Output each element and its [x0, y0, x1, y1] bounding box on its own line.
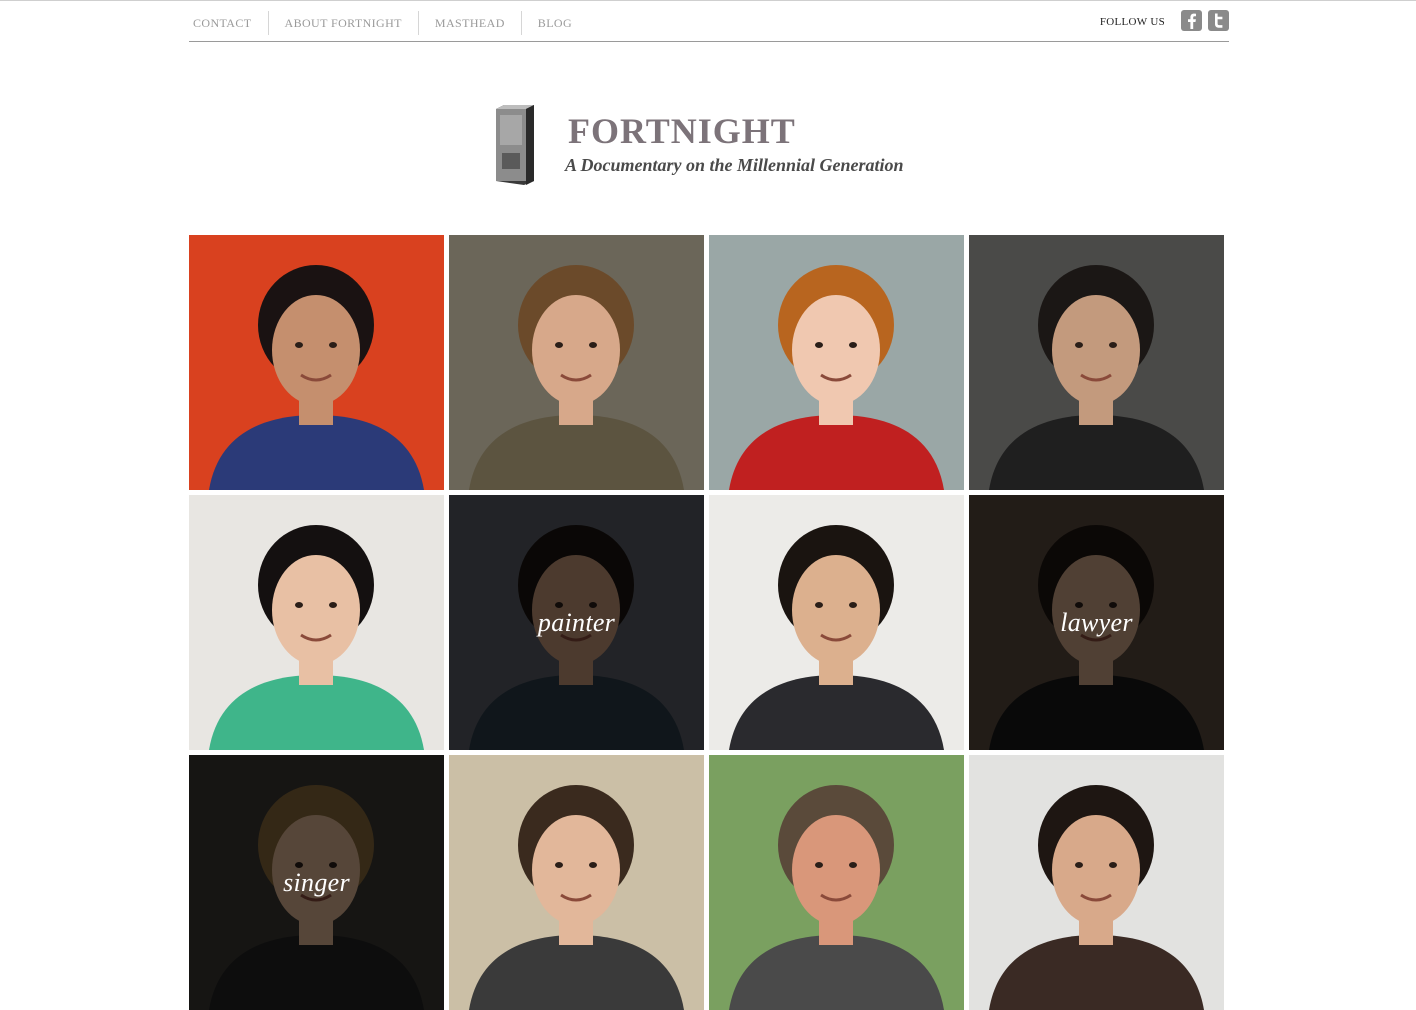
portrait-tile[interactable]: singer: [189, 755, 444, 1010]
portrait-tile[interactable]: lawyer: [969, 495, 1224, 750]
portrait-image: [709, 495, 964, 750]
nav-link-masthead[interactable]: MASTHEAD: [417, 11, 521, 35]
twitter-icon[interactable]: [1208, 10, 1229, 31]
site-title[interactable]: FORTNIGHT: [568, 110, 796, 152]
site-subtitle: A Documentary on the Millennial Generati…: [565, 155, 904, 175]
portrait-tile[interactable]: [709, 755, 964, 1010]
portrait-tile[interactable]: [969, 235, 1224, 490]
portrait-tile[interactable]: [969, 755, 1224, 1010]
tile-overlay: lawyer: [969, 495, 1224, 750]
portrait-tile[interactable]: [189, 235, 444, 490]
portrait-image: [969, 755, 1224, 1010]
nav-links: CONTACT ABOUT FORTNIGHT MASTHEAD BLOG: [189, 11, 588, 35]
role-label: painter: [537, 607, 616, 637]
portrait-image: [189, 495, 444, 750]
portrait-image: [449, 235, 704, 490]
portrait-tile[interactable]: [449, 235, 704, 490]
role-label: lawyer: [1060, 607, 1133, 637]
role-label: singer: [283, 867, 350, 897]
facebook-icon[interactable]: [1181, 10, 1202, 31]
tile-overlay: singer: [189, 755, 444, 1010]
nav-link-about[interactable]: ABOUT FORTNIGHT: [267, 11, 418, 35]
type-block-logo-icon[interactable]: [490, 103, 542, 185]
portrait-tile[interactable]: [709, 235, 964, 490]
nav-link-contact[interactable]: CONTACT: [189, 11, 268, 35]
portrait-image: [709, 755, 964, 1010]
portrait-grid: painter lawyer singer: [189, 235, 1224, 1010]
follow-us-label: FOLLOW US: [1099, 15, 1165, 28]
portrait-image: [449, 755, 704, 1010]
top-nav: CONTACT ABOUT FORTNIGHT MASTHEAD BLOG FO…: [189, 0, 1229, 42]
portrait-tile[interactable]: painter: [449, 495, 704, 750]
portrait-tile[interactable]: [189, 495, 444, 750]
follow-us: FOLLOW US: [1100, 10, 1229, 31]
tile-overlay: painter: [449, 495, 704, 750]
nav-link-blog[interactable]: BLOG: [520, 11, 588, 35]
portrait-image: [969, 235, 1224, 490]
portrait-image: [709, 235, 964, 490]
site-header: FORTNIGHT A Documentary on the Millennia…: [490, 100, 950, 190]
portrait-tile[interactable]: [709, 495, 964, 750]
portrait-image: [189, 235, 444, 490]
portrait-tile[interactable]: [449, 755, 704, 1010]
